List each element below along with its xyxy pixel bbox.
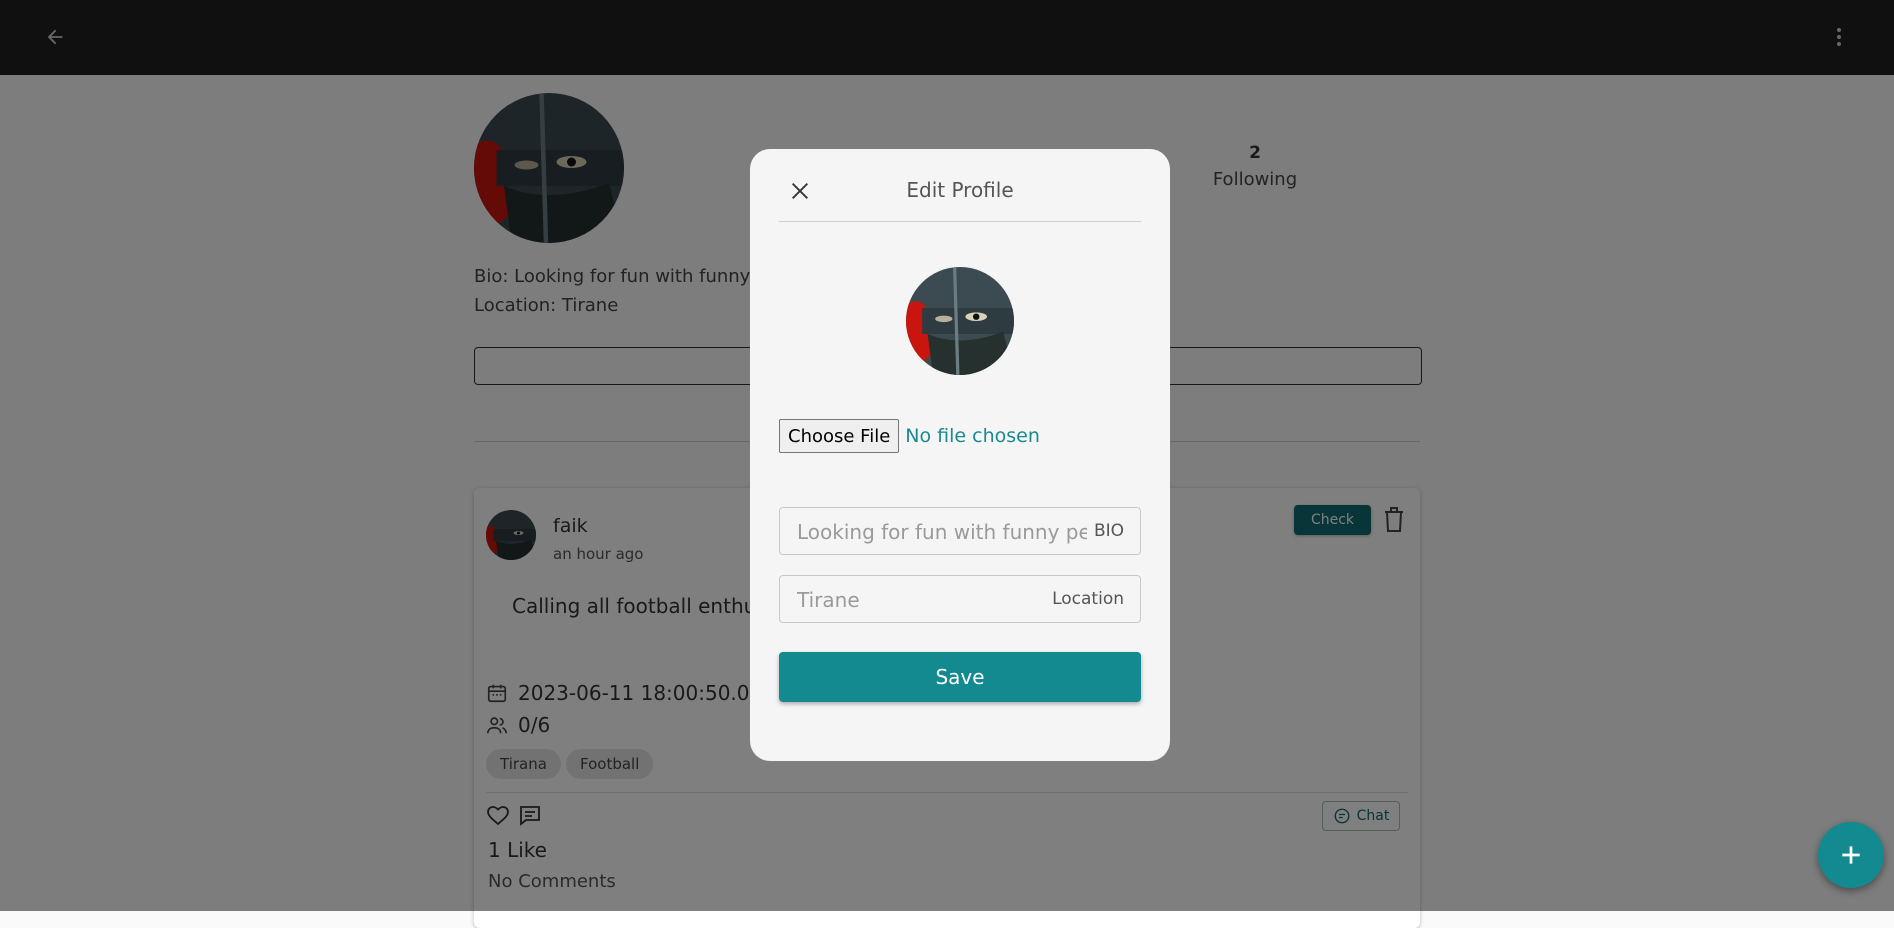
add-button[interactable] [1818,822,1884,888]
plus-icon [1842,846,1860,864]
dialog-divider [779,221,1141,222]
choose-file-button[interactable]: Choose File [779,419,900,453]
bio-input[interactable] [795,508,1089,556]
bio-field[interactable]: BIO [779,507,1141,556]
save-button[interactable]: Save [779,652,1141,702]
avatar-image [906,267,1014,375]
file-status: No file chosen [905,425,1040,447]
edit-profile-dialog: Edit Profile Choose File No file chosen … [750,149,1170,761]
location-adornment: Location [1052,589,1124,609]
bio-adornment: BIO [1093,521,1124,541]
dialog-title: Edit Profile [906,178,1014,202]
file-picker: Choose File No file chosen [779,419,1040,453]
dialog-avatar-preview [906,267,1014,375]
location-input[interactable] [795,576,1039,624]
location-field[interactable]: Location [779,575,1141,624]
